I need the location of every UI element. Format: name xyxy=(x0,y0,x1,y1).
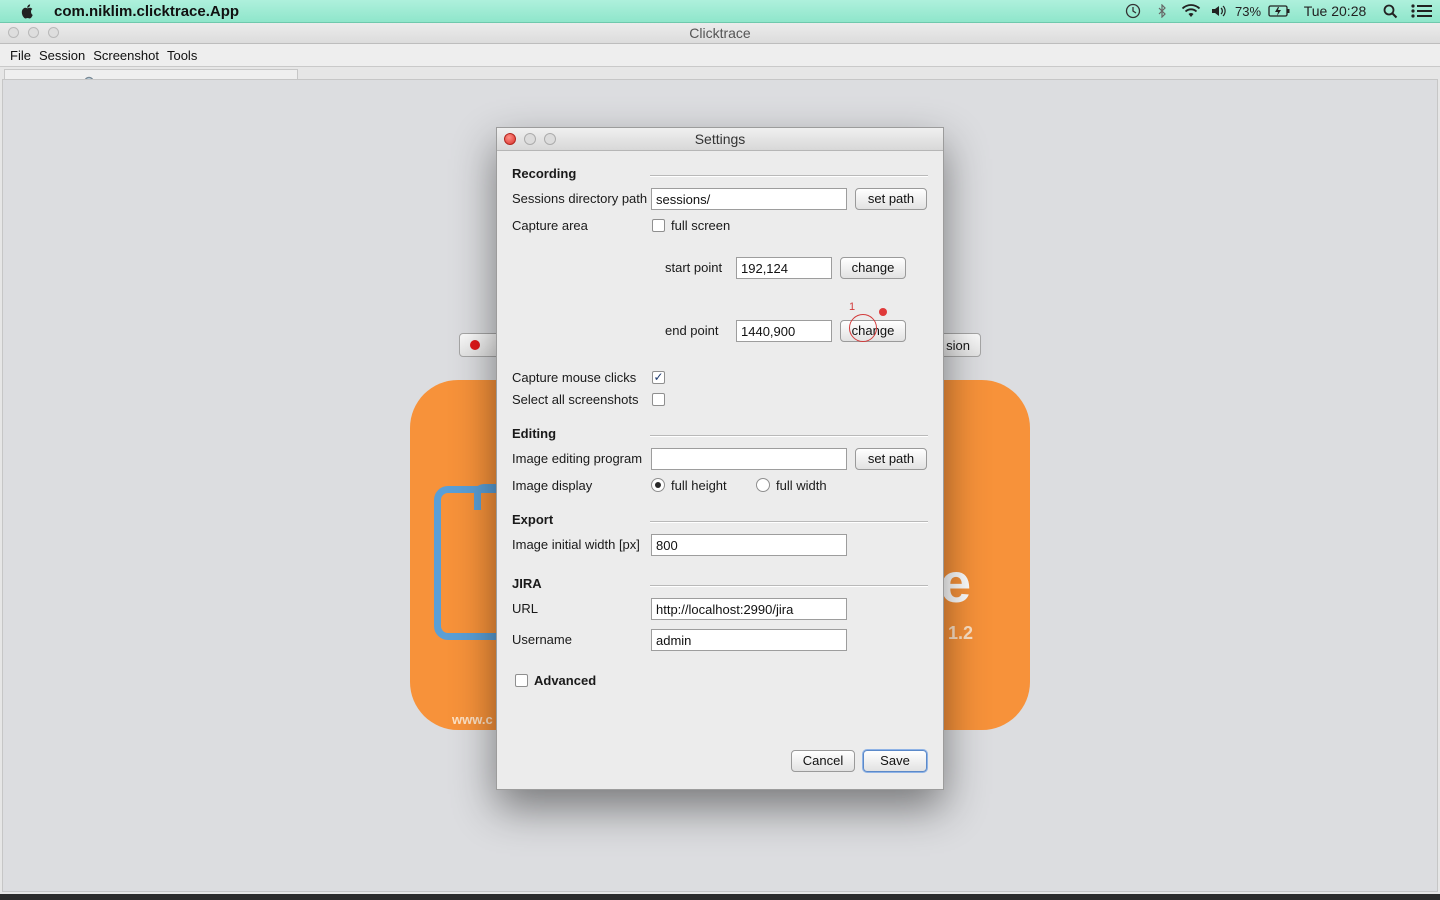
sessions-dir-input[interactable] xyxy=(651,188,847,210)
image-display-label: Image display xyxy=(512,478,593,493)
wifi-icon[interactable] xyxy=(1176,0,1206,22)
full-screen-checkbox[interactable] xyxy=(652,219,665,232)
advanced-checkbox[interactable] xyxy=(515,674,528,687)
start-point-input[interactable] xyxy=(736,257,832,279)
window-title: Clicktrace xyxy=(689,25,751,41)
section-export: Export xyxy=(512,512,554,527)
capture-area-label: Capture area xyxy=(512,218,588,233)
macos-menu-bar: com.niklim.clicktrace.App 73% Tue 20:28 xyxy=(0,0,1440,23)
jira-username-input[interactable] xyxy=(651,629,847,651)
full-screen-label: full screen xyxy=(671,218,731,233)
jira-url-input[interactable] xyxy=(651,598,847,620)
capture-mouse-checkbox[interactable]: ✓ xyxy=(652,371,665,384)
dialog-title: Settings xyxy=(694,131,746,147)
end-point-input[interactable] xyxy=(736,320,832,342)
separator xyxy=(650,521,928,523)
image-program-set-path-button[interactable]: set path xyxy=(855,448,927,470)
sessions-set-path-button[interactable]: set path xyxy=(855,188,927,210)
start-point-label: start point xyxy=(665,260,723,275)
background-session-label: sion xyxy=(946,337,970,353)
capture-mouse-label: Capture mouse clicks xyxy=(512,370,637,385)
save-button[interactable]: Save xyxy=(863,750,927,772)
select-all-checkbox[interactable] xyxy=(652,393,665,406)
window-titlebar: Clicktrace xyxy=(0,23,1440,44)
splash-url: www.c xyxy=(452,712,493,727)
cancel-button[interactable]: Cancel xyxy=(791,750,855,772)
separator xyxy=(650,175,928,177)
menu-session[interactable]: Session xyxy=(39,48,85,63)
separator xyxy=(650,585,928,587)
notification-center-icon[interactable] xyxy=(1404,0,1440,22)
full-width-label: full width xyxy=(776,478,827,493)
jira-username-label: Username xyxy=(512,632,572,647)
record-dot-icon xyxy=(470,340,480,350)
full-height-radio[interactable] xyxy=(651,478,665,492)
select-all-label: Select all screenshots xyxy=(512,392,639,407)
spotlight-icon[interactable] xyxy=(1376,0,1404,22)
start-point-change-button[interactable]: change xyxy=(840,257,906,279)
splash-title-fragment: e xyxy=(940,551,972,614)
image-program-input[interactable] xyxy=(651,448,847,470)
click-marker-number: 1 xyxy=(849,301,856,313)
clock[interactable]: Tue 20:28 xyxy=(1294,0,1376,22)
section-editing: Editing xyxy=(512,426,557,441)
initial-width-label: Image initial width [px] xyxy=(512,537,640,552)
dock-edge xyxy=(0,894,1440,900)
full-height-label: full height xyxy=(671,478,727,493)
end-point-label: end point xyxy=(665,323,719,338)
click-marker-circle xyxy=(849,314,877,342)
splash-version: 1.2 xyxy=(948,623,974,643)
dialog-titlebar: Settings xyxy=(497,128,943,151)
menu-tools[interactable]: Tools xyxy=(167,48,197,63)
app-name-menu[interactable]: com.niklim.clicktrace.App xyxy=(54,3,239,20)
initial-width-input[interactable] xyxy=(651,534,847,556)
settings-dialog: Settings Recording Sessions directory pa… xyxy=(496,127,944,790)
jira-url-label: URL xyxy=(512,601,539,616)
section-jira: JIRA xyxy=(512,576,542,591)
volume-icon[interactable] xyxy=(1206,0,1232,22)
advanced-label: Advanced xyxy=(534,673,597,688)
separator xyxy=(650,435,928,437)
sessions-dir-label: Sessions directory path xyxy=(512,191,648,206)
time-machine-icon[interactable] xyxy=(1118,0,1148,22)
section-recording: Recording xyxy=(512,166,577,181)
bluetooth-icon[interactable] xyxy=(1148,0,1176,22)
app-menu-bar: File Session Screenshot Tools xyxy=(0,44,1440,67)
battery-icon[interactable] xyxy=(1264,0,1294,22)
menu-screenshot[interactable]: Screenshot xyxy=(93,48,159,63)
full-width-radio[interactable] xyxy=(756,478,770,492)
apple-logo-icon[interactable] xyxy=(20,3,36,19)
cursor-icon xyxy=(879,308,887,316)
menu-file[interactable]: File xyxy=(10,48,31,63)
image-program-label: Image editing program xyxy=(512,451,643,466)
battery-percent: 73% xyxy=(1234,3,1262,19)
